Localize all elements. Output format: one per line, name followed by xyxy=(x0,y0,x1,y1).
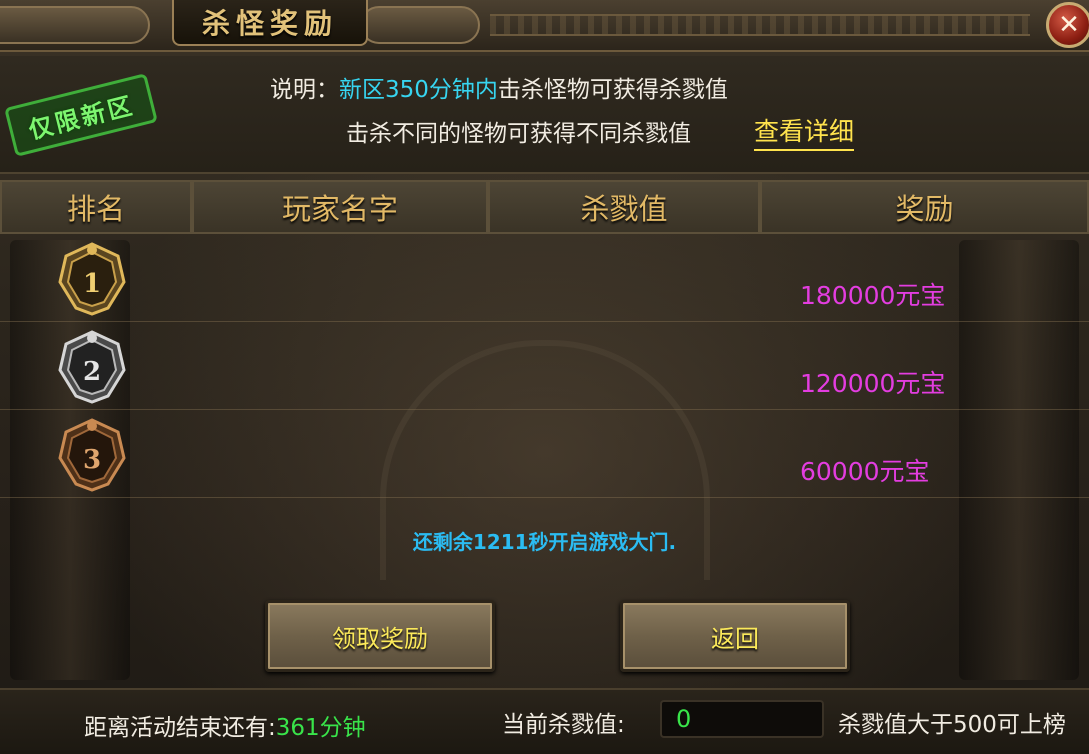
event-end-timer: 距离活动结束还有:361分钟 xyxy=(84,708,366,742)
window-title: 杀怪奖励 xyxy=(201,7,338,40)
info-line1-suffix: 击杀怪物可获得杀戮值 xyxy=(497,77,728,103)
ranking-table-header: 排名 玩家名字 杀戮值 奖励 xyxy=(0,180,1089,234)
rank-2-number: 2 xyxy=(83,357,101,387)
title-ornament-mid xyxy=(360,6,480,44)
table-row: 3 60000元宝 xyxy=(0,410,1089,498)
info-highlight: 新区350分钟内 xyxy=(339,77,498,103)
rank-1-number: 1 xyxy=(83,269,101,299)
rank-3-number: 3 xyxy=(83,445,101,475)
header-rank: 排名 xyxy=(0,180,192,234)
table-row: 2 120000元宝 xyxy=(0,322,1089,410)
close-icon: ✕ xyxy=(1058,10,1080,40)
info-line-2: 击杀不同的怪物可获得不同杀戮值 xyxy=(346,121,691,147)
reward-value: 180000元宝 xyxy=(800,281,946,310)
title-plate: 杀怪奖励 xyxy=(172,0,368,46)
title-decoration-line xyxy=(490,14,1030,36)
info-line-1: 说明：新区350分钟内击杀怪物可获得杀戮值 xyxy=(270,70,728,104)
title-bar: 杀怪奖励 xyxy=(0,0,1089,52)
event-end-value: 361分钟 xyxy=(275,715,366,741)
info-prefix: 说明： xyxy=(270,77,339,103)
header-kill-value: 杀戮值 xyxy=(488,180,760,234)
event-end-label: 距离活动结束还有: xyxy=(84,715,276,741)
back-button[interactable]: 返回 xyxy=(620,600,850,672)
claim-reward-button[interactable]: 领取奖励 xyxy=(265,600,495,672)
close-button[interactable]: ✕ xyxy=(1046,2,1089,48)
title-ornament-left xyxy=(0,6,150,44)
header-player-name: 玩家名字 xyxy=(192,180,488,234)
reward-value: 120000元宝 xyxy=(800,369,946,398)
header-reward: 奖励 xyxy=(760,180,1089,234)
view-details-link[interactable]: 查看详细 xyxy=(754,112,855,151)
silver-medal-icon: 2 xyxy=(58,330,126,404)
kill-reward-panel: 杀怪奖励 ✕ 仅限新区 说明：新区350分钟内击杀怪物可获得杀戮值 击杀不同的怪… xyxy=(0,0,1089,754)
gate-open-countdown: 还剩余1211秒开启游戏大门. xyxy=(412,530,677,554)
gold-medal-icon: 1 xyxy=(58,242,126,316)
current-kills-value: 0 xyxy=(660,700,824,738)
bronze-medal-icon: 3 xyxy=(58,418,126,492)
table-row: 1 180000元宝 xyxy=(0,234,1089,322)
reward-value: 60000元宝 xyxy=(800,457,930,486)
rank-threshold-note: 杀戮值大于500可上榜 xyxy=(838,712,1066,738)
current-kills-label: 当前杀戮值: xyxy=(502,712,625,738)
